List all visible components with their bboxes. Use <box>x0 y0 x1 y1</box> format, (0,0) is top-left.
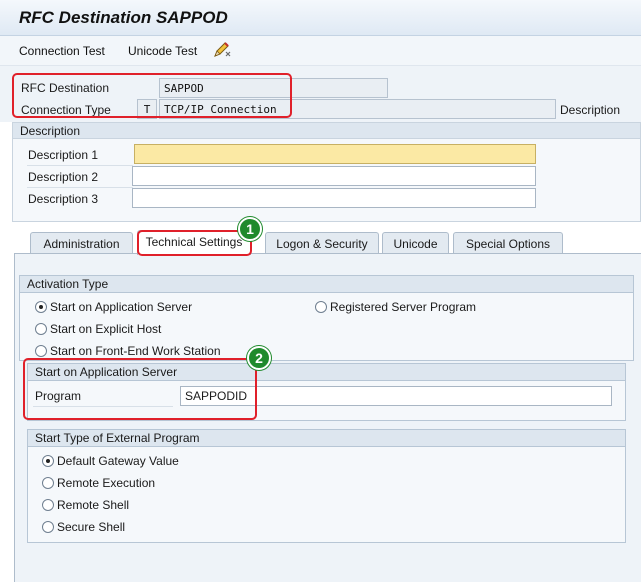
program-input[interactable]: SAPPODID <box>180 386 612 406</box>
activation-type-header: Activation Type <box>20 276 633 293</box>
description-3-label: Description 3 <box>28 192 99 206</box>
row-separator <box>27 165 133 166</box>
radio-label: Start on Application Server <box>50 300 193 314</box>
radio-unselected-icon <box>42 521 54 533</box>
radio-label: Start on Explicit Host <box>50 322 162 336</box>
radio-label: Start on Front-End Work Station <box>50 344 221 358</box>
tab-technical-settings[interactable]: Technical Settings <box>137 230 251 255</box>
tab-unicode[interactable]: Unicode <box>382 232 449 254</box>
rfc-destination-label: RFC Destination <box>21 81 110 95</box>
callout-badge-2: 2 <box>247 346 271 370</box>
pencil-icon[interactable] <box>212 41 232 59</box>
radio-label: Secure Shell <box>57 520 126 534</box>
callout-badge-1: 1 <box>238 217 262 241</box>
description-3-input[interactable] <box>132 188 536 208</box>
rfc-destination-field[interactable]: SAPPOD <box>159 78 388 98</box>
tab-logon-security[interactable]: Logon & Security <box>265 232 379 254</box>
description-1-label: Description 1 <box>28 148 99 162</box>
radio-unselected-icon <box>42 499 54 511</box>
radio-unselected-icon <box>35 345 47 357</box>
radio-label: Default Gateway Value <box>57 454 179 468</box>
radio-unselected-icon <box>42 477 54 489</box>
radio-start-on-explicit-host[interactable]: Start on Explicit Host <box>35 322 161 336</box>
tabstrip: Administration Technical Settings Logon … <box>0 230 641 255</box>
page-title: RFC Destination SAPPOD <box>19 8 228 27</box>
row-separator <box>33 406 173 407</box>
connection-type-description-label: Description <box>560 103 621 117</box>
radio-label: Remote Shell <box>57 498 130 512</box>
connection-type-label: Connection Type <box>21 103 111 117</box>
radio-selected-icon <box>35 301 47 313</box>
radio-remote-shell[interactable]: Remote Shell <box>42 498 129 512</box>
description-1-input[interactable] <box>134 144 536 164</box>
description-2-label: Description 2 <box>28 170 99 184</box>
start-type-header: Start Type of External Program <box>28 430 625 447</box>
connection-type-field[interactable]: TCP/IP Connection <box>159 99 556 119</box>
title-bar: RFC Destination SAPPOD <box>0 0 641 36</box>
radio-default-gateway-value[interactable]: Default Gateway Value <box>42 454 179 468</box>
radio-start-on-application-server[interactable]: Start on Application Server <box>35 300 192 314</box>
description-group-header: Description <box>13 123 640 139</box>
radio-label: Remote Execution <box>57 476 156 490</box>
radio-secure-shell[interactable]: Secure Shell <box>42 520 125 534</box>
application-toolbar: Connection Test Unicode Test <box>0 36 641 66</box>
start-type-title: Start Type of External Program <box>35 431 200 445</box>
description-2-input[interactable] <box>132 166 536 186</box>
description-group-title: Description <box>20 124 81 138</box>
application-server-title: Start on Application Server <box>35 365 178 379</box>
application-server-header: Start on Application Server <box>28 364 625 381</box>
connection-type-code-field[interactable]: T <box>137 99 157 119</box>
radio-selected-icon <box>42 455 54 467</box>
description-group: Description Description 1 Description 2 … <box>12 122 641 222</box>
radio-registered-server-program[interactable]: Registered Server Program <box>315 300 476 314</box>
radio-unselected-icon <box>35 323 47 335</box>
radio-label: Registered Server Program <box>330 300 477 314</box>
program-label: Program <box>35 389 82 403</box>
unicode-test-button[interactable]: Unicode Test <box>128 44 197 58</box>
tab-special-options[interactable]: Special Options <box>453 232 563 254</box>
radio-remote-execution[interactable]: Remote Execution <box>42 476 155 490</box>
connection-test-button[interactable]: Connection Test <box>19 44 105 58</box>
tab-administration[interactable]: Administration <box>30 232 133 254</box>
row-separator <box>27 187 133 188</box>
radio-start-on-front-end-work-station[interactable]: Start on Front-End Work Station <box>35 344 221 358</box>
activation-type-title: Activation Type <box>27 277 109 291</box>
radio-unselected-icon <box>315 301 327 313</box>
